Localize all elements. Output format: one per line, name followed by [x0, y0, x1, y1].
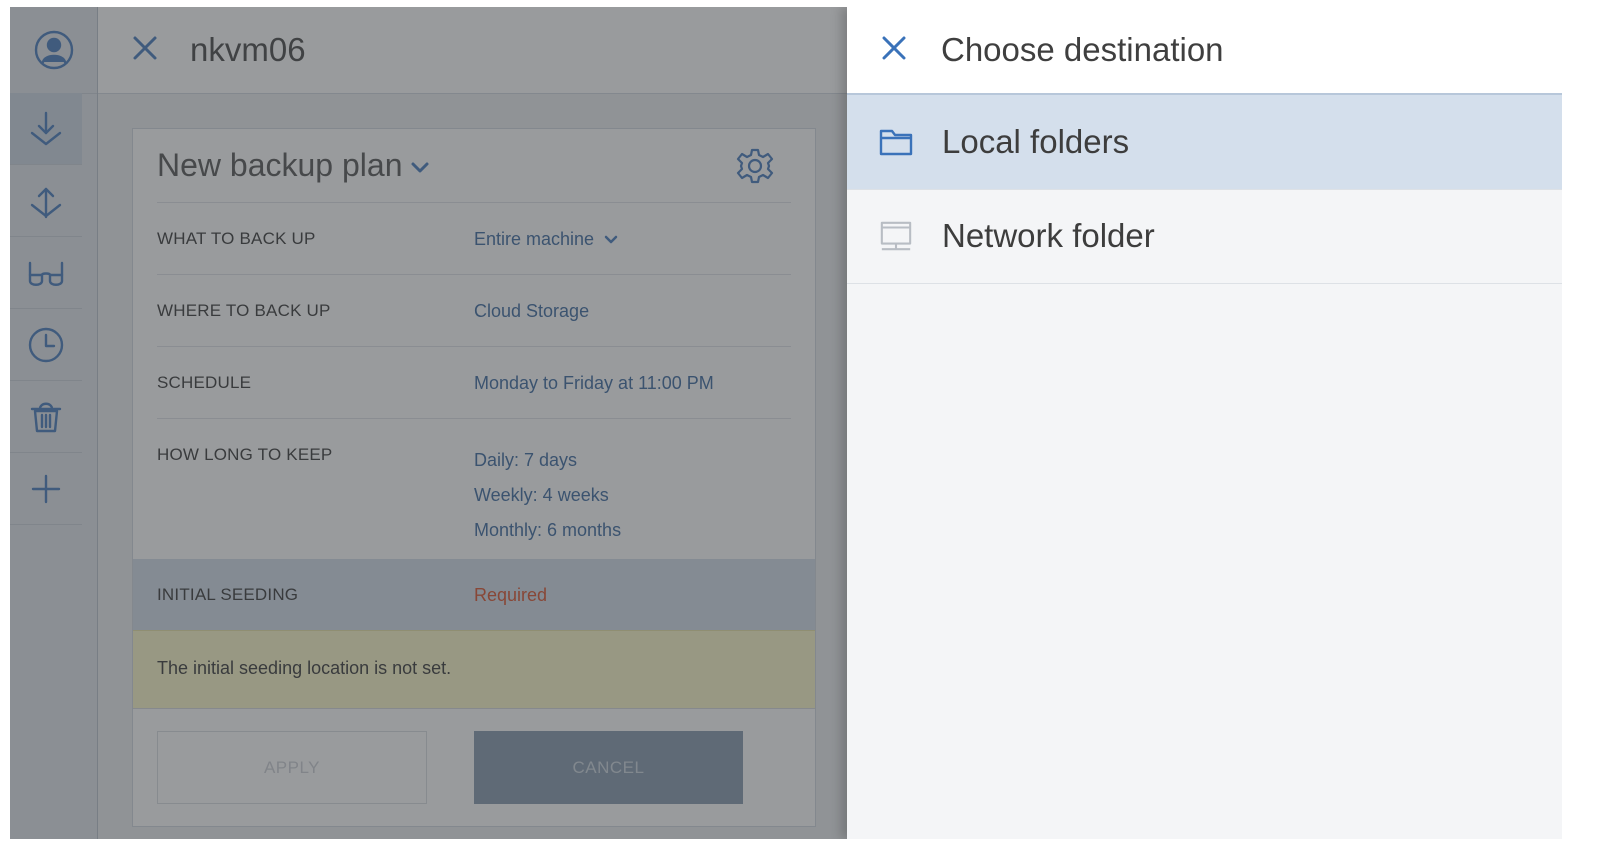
recovery-icon: [30, 187, 62, 218]
retention-values[interactable]: Daily: 7 days Weekly: 4 weeks Monthly: 6…: [474, 443, 621, 548]
keep-label: HOW LONG TO KEEP: [157, 445, 333, 464]
cancel-button[interactable]: CANCEL: [474, 731, 743, 804]
apply-button[interactable]: APPLY: [157, 731, 427, 804]
rail-item-schedule[interactable]: [10, 309, 82, 381]
clock-icon: [28, 327, 64, 362]
app-frame: nkvm06 New backup plan WHAT TO BACK UP E…: [10, 7, 1562, 839]
what-value-dropdown[interactable]: Entire machine: [474, 229, 618, 250]
plan-settings-button[interactable]: [736, 147, 774, 190]
machine-title: nkvm06: [190, 31, 306, 68]
rail-item-delete[interactable]: [10, 381, 82, 453]
row-initial-seeding[interactable]: INITIAL SEEDING Required: [133, 559, 815, 630]
seeding-warning-text: The initial seeding location is not set.: [157, 658, 452, 678]
plus-icon: [31, 474, 61, 503]
destination-panel: Choose destination Local folders Network…: [847, 7, 1562, 839]
backup-plan-selector[interactable]: New backup plan: [157, 147, 430, 184]
backup-plan-card: New backup plan WHAT TO BACK UP Entire m…: [132, 128, 816, 827]
rail-item-recovery[interactable]: [10, 165, 82, 237]
row-schedule[interactable]: SCHEDULE Monday to Friday at 11:00 PM: [157, 346, 791, 418]
what-label: WHAT TO BACK UP: [157, 229, 316, 248]
network-folder-icon: [879, 218, 913, 254]
nav-rail: [10, 7, 98, 839]
machine-panel-header: nkvm06: [98, 7, 848, 94]
schedule-value[interactable]: Monday to Friday at 11:00 PM: [474, 373, 714, 394]
backup-plan-title: New backup plan: [157, 147, 403, 183]
where-label: WHERE TO BACK UP: [157, 301, 331, 320]
backup-download-icon: [30, 111, 62, 145]
rail-item-account[interactable]: [10, 7, 97, 94]
glasses-icon: [28, 261, 64, 286]
rail-item-backup[interactable]: [10, 93, 82, 165]
seeding-label: INITIAL SEEDING: [157, 585, 299, 604]
close-icon: [133, 36, 157, 59]
destination-panel-title: Choose destination: [941, 31, 1224, 68]
seeding-warning: The initial seeding location is not set.: [133, 630, 815, 709]
destination-local-folders[interactable]: Local folders: [847, 93, 1562, 190]
close-machine-panel-button[interactable]: [132, 35, 158, 66]
destination-label: Network folder: [942, 217, 1155, 254]
retention-monthly: Monthly: 6 months: [474, 520, 622, 540]
retention-daily: Daily: 7 days: [474, 450, 578, 470]
user-circle-icon: [34, 30, 73, 70]
close-destination-panel-button[interactable]: [881, 35, 907, 66]
row-how-long-to-keep[interactable]: HOW LONG TO KEEP Daily: 7 days Weekly: 4…: [157, 418, 791, 560]
seeding-value[interactable]: Required: [474, 585, 547, 606]
backup-plan-header: New backup plan: [133, 129, 815, 202]
destination-panel-header: Choose destination: [847, 7, 1562, 94]
row-where-to-back-up[interactable]: WHERE TO BACK UP Cloud Storage: [157, 274, 791, 346]
chevron-down-icon: [604, 235, 618, 243]
folder-icon: [879, 127, 913, 157]
chevron-down-icon: [411, 162, 429, 172]
rail-item-monitoring[interactable]: [10, 237, 82, 309]
destination-label: Local folders: [942, 123, 1130, 160]
close-icon: [882, 36, 906, 59]
destination-network-folder[interactable]: Network folder: [847, 189, 1562, 284]
retention-weekly: Weekly: 4 weeks: [474, 485, 609, 505]
where-value[interactable]: Cloud Storage: [474, 301, 589, 322]
rail-item-add[interactable]: [10, 453, 82, 525]
machine-panel: nkvm06 New backup plan WHAT TO BACK UP E…: [98, 7, 848, 839]
trash-icon: [30, 402, 62, 432]
row-what-to-back-up[interactable]: WHAT TO BACK UP Entire machine: [157, 202, 791, 274]
gear-icon: [736, 148, 774, 184]
what-value: Entire machine: [474, 229, 595, 249]
schedule-label: SCHEDULE: [157, 373, 252, 392]
